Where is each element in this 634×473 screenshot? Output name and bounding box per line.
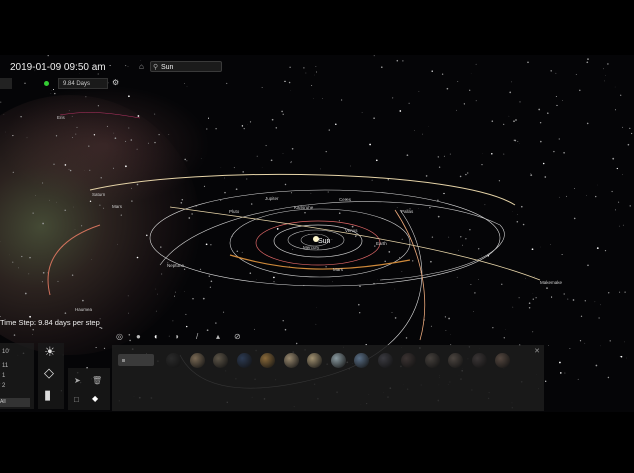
object-browser: ✕ [112, 345, 544, 411]
label-eris[interactable]: Eris [57, 115, 65, 120]
left-row-4[interactable]: 2 [2, 383, 5, 389]
label-ceres[interactable]: Ceres [339, 197, 351, 202]
orbit-pallas [394, 209, 426, 341]
bottom-letterbox [0, 412, 634, 473]
time-rate-control: 9.84 Days ⚙ [0, 78, 130, 90]
view-tools: ☀ ◇ ▮ [38, 343, 64, 409]
label-mars-far[interactable]: Mars [112, 204, 122, 209]
planet-thumbnail[interactable] [448, 353, 463, 368]
moon-category-icon[interactable]: ◑ [174, 332, 179, 341]
planet-thumbnail[interactable] [236, 353, 252, 368]
trash-icon[interactable]: 🗑 [92, 376, 102, 385]
planet-thumbnail[interactable] [330, 353, 346, 368]
star-category-icon[interactable]: ● [136, 332, 141, 341]
current-datetime[interactable]: 2019-01-09 09:50 am [10, 62, 106, 73]
search-icon: ⚲ [153, 64, 159, 71]
label-sun[interactable]: Sun [318, 238, 330, 245]
label-makemake[interactable]: Makemake [540, 280, 562, 285]
edit-tools: ➤ 🗑 □ ◆ [68, 368, 110, 410]
left-row-2[interactable]: 11 [2, 363, 8, 369]
orbit-saturn [89, 173, 516, 206]
planet-thumbnail[interactable] [424, 353, 440, 368]
bar-chart-icon[interactable]: ▮ [44, 387, 51, 403]
select-box-icon[interactable]: □ [74, 395, 79, 404]
play-button[interactable] [0, 78, 12, 89]
label-mars[interactable]: Mars [333, 267, 343, 272]
label-saturn[interactable]: Saturn [92, 192, 105, 197]
orbit-pluto [47, 224, 101, 296]
label-mercury[interactable]: Mercury [303, 245, 319, 250]
label-neptune[interactable]: Neptune [167, 263, 184, 268]
planet-thumbnail[interactable] [401, 353, 416, 368]
label-pluto-near[interactable]: Pluto [229, 209, 239, 214]
top-letterbox [0, 0, 634, 55]
label-earth[interactable]: Earth [376, 241, 387, 246]
home-icon[interactable]: ⌂ [139, 62, 144, 71]
planet-thumbnail[interactable] [495, 353, 510, 368]
orbit-eris [59, 112, 141, 119]
planet-thumbnail[interactable] [307, 353, 322, 368]
planet-thumbnail[interactable] [377, 353, 393, 368]
left-row-1[interactable]: 10 [2, 349, 9, 355]
object-filter-toggle[interactable] [118, 354, 154, 366]
planet-thumbnail[interactable] [166, 353, 181, 368]
search-input[interactable]: ⚲ Sun [150, 61, 222, 72]
planet-thumbnail[interactable] [354, 353, 369, 368]
sticky-icon[interactable]: ◆ [92, 394, 98, 403]
time-step-status: Time Step: 9.84 days per step [0, 318, 100, 327]
planet-thumbnail[interactable] [213, 353, 228, 368]
close-icon[interactable]: ✕ [534, 347, 540, 355]
live-indicator-icon [44, 81, 49, 86]
label-karlsruhe[interactable]: Karlsruhe [294, 205, 313, 210]
label-venus[interactable]: Venus [345, 228, 358, 233]
planet-thumbnail[interactable] [283, 353, 299, 368]
planet-thumbnail[interactable] [189, 353, 205, 368]
cursor-icon[interactable]: ➤ [74, 376, 81, 385]
label-pallas[interactable]: Pallas [401, 209, 413, 214]
asteroid-category-icon[interactable]: ▴ [216, 332, 220, 341]
spacecraft-category-icon[interactable]: ⊘ [234, 332, 241, 341]
filter-select[interactable]: All [0, 398, 30, 407]
sun-icon[interactable]: ☀ [44, 344, 56, 360]
plane-grid-icon[interactable]: ◇ [44, 365, 54, 381]
comet-category-icon[interactable]: / [196, 332, 198, 341]
label-jupiter[interactable]: Jupiter [265, 196, 279, 201]
left-row-3[interactable]: 1 [2, 373, 5, 379]
settings-icon[interactable]: ⚙ [112, 78, 119, 87]
label-haumea[interactable]: Haumea [75, 307, 92, 312]
time-rate-field[interactable]: 9.84 Days [58, 78, 108, 89]
search-value: Sun [161, 64, 174, 71]
planet-category-icon[interactable]: ◐ [154, 332, 159, 341]
planet-thumbnail[interactable] [260, 353, 275, 368]
planet-thumbnail[interactable] [471, 353, 487, 368]
orbit-category-icon[interactable]: ◎ [116, 332, 123, 341]
